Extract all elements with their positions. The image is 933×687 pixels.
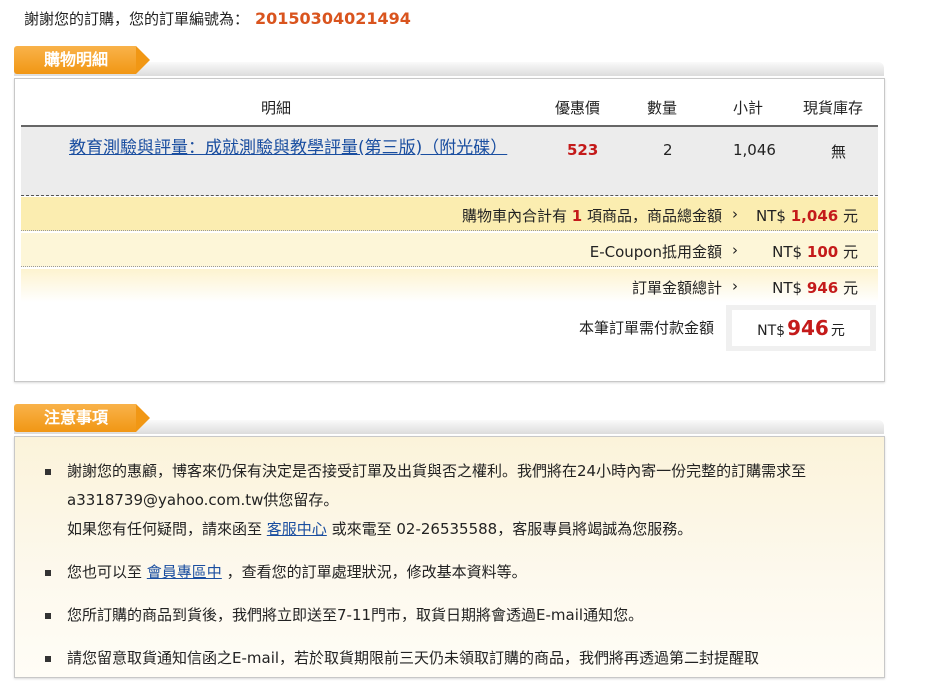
customer-service-link[interactable]: 客服中心 — [267, 520, 327, 538]
coupon-amount: 100 — [806, 243, 839, 261]
cart-section-title: 購物明細 — [14, 46, 151, 74]
note-item: 您也可以至 會員專區中 ，查看您的訂單處理狀況，修改基本資料等。 — [45, 558, 845, 587]
header-stock: 現貨庫存 — [803, 99, 864, 117]
notes-section-title: 注意事項 — [14, 404, 151, 432]
order-confirmation: 謝謝您的訂購，您的訂單編號為： 20150304021494 — [24, 8, 411, 29]
arrow-icon: › — [732, 241, 738, 259]
item-stock: 無 — [831, 143, 847, 161]
cart-box: 明細 優惠價 數量 小計 現貨庫存 教育測驗與評量：成就測驗與教學評量(第三版)… — [14, 78, 885, 382]
note-item: 謝謝您的惠顧，博客來仍保有決定是否接受訂單及出貨與否之權利。我們將在24小時內寄… — [45, 457, 845, 544]
cart-section-header: 購物明細 — [14, 46, 884, 76]
notes-box: 謝謝您的惠顧，博客來仍保有決定是否接受訂單及出貨與否之權利。我們將在24小時內寄… — [14, 436, 885, 678]
summary-total-row: 購物車內合計有 1 項商品，商品總金額 › NT$ 1,046 元 — [21, 197, 878, 231]
pay-label: 本筆訂單需付款金額 — [578, 319, 714, 337]
header-detail: 明細 — [261, 99, 292, 117]
order-number: 20150304021494 — [255, 9, 411, 28]
notes-section-header: 注意事項 — [14, 404, 884, 434]
summary-order-row: 訂單金額總計 › NT$ 946 元 — [21, 269, 878, 302]
item-qty: 2 — [663, 141, 673, 159]
item-count: 1 — [571, 207, 583, 225]
summary-coupon-row: E-Coupon抵用金額 › NT$ 100 元 — [21, 233, 878, 267]
item-subtotal: 1,046 — [733, 141, 776, 159]
total-amount: 1,046 — [790, 207, 839, 225]
pay-amount-box: NT$ 946 元 — [726, 305, 876, 351]
arrow-icon: › — [732, 205, 738, 223]
cart-table-header: 明細 優惠價 數量 小計 現貨庫存 — [21, 89, 878, 127]
note-item: 請您留意取貨通知信函之E-mail，若於取貨期限前三天仍未領取訂購的商品，我們將… — [45, 644, 845, 673]
order-prefix: 謝謝您的訂購，您的訂單編號為： — [24, 10, 250, 28]
note-item: 您所訂購的商品到貨後，我們將立即送至7-11門市，取貨日期將會透過E-mail通… — [45, 601, 845, 630]
product-link[interactable]: 教育測驗與評量：成就測驗與教學評量(第三版)（附光碟） — [69, 135, 539, 161]
pay-amount: 946 — [787, 316, 829, 340]
order-amount: 946 — [806, 279, 839, 297]
header-qty: 數量 — [647, 99, 678, 117]
header-subtotal: 小計 — [733, 99, 764, 117]
member-area-link[interactable]: 會員專區中 — [147, 563, 222, 581]
cart-item-row: 教育測驗與評量：成就測驗與教學評量(第三版)（附光碟） 523 2 1,046 … — [21, 127, 878, 196]
header-price: 優惠價 — [555, 99, 601, 117]
arrow-icon: › — [732, 277, 738, 295]
item-price: 523 — [567, 141, 599, 159]
